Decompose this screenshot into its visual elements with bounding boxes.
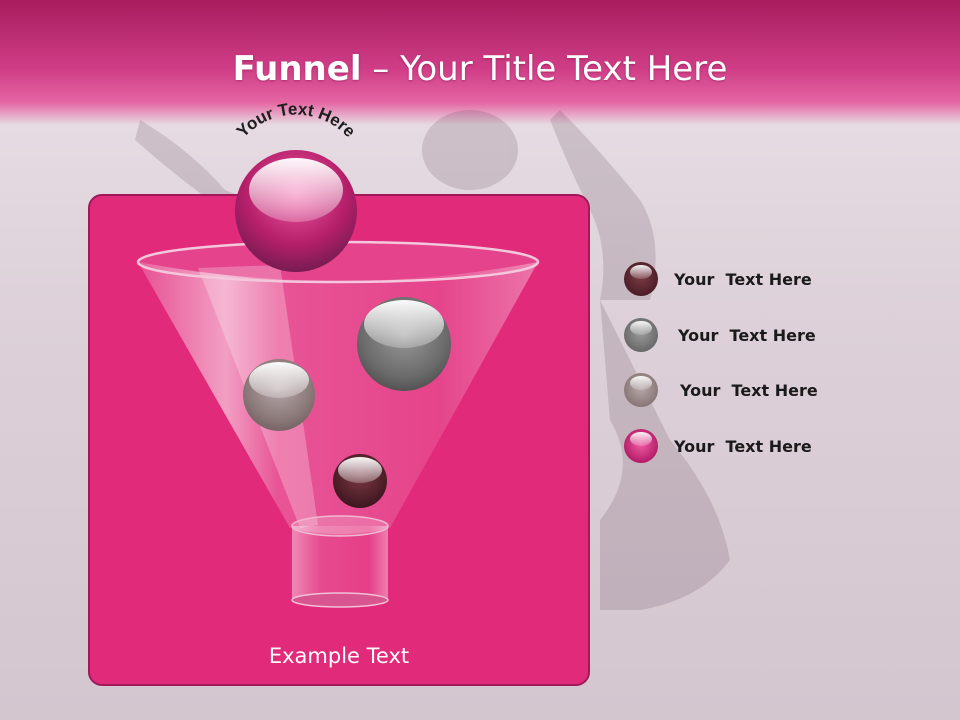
example-text: Example Text bbox=[268, 644, 410, 668]
legend-ball-icon bbox=[624, 373, 658, 407]
top-ball-label: Your Text Here bbox=[233, 99, 359, 141]
legend-item-2: Your Text Here bbox=[624, 315, 816, 355]
legend-label: Your Text Here bbox=[674, 269, 812, 289]
spout-bottom bbox=[291, 592, 389, 608]
legend-item-1: Your Text Here bbox=[624, 259, 812, 299]
legend-item-4: Your Text Here bbox=[624, 426, 812, 466]
legend-label: Your Text Here bbox=[678, 325, 816, 345]
legend-ball-icon bbox=[624, 429, 658, 463]
top-ball-label-path: Your Text Here bbox=[233, 99, 359, 141]
ball-pink-top bbox=[235, 150, 357, 272]
funnel-spout bbox=[292, 526, 388, 600]
funnel-diagram: Your Text Here bbox=[136, 99, 540, 608]
spout-top bbox=[291, 515, 389, 537]
ball-grey-large bbox=[357, 297, 451, 391]
legend-ball-icon bbox=[624, 318, 658, 352]
ball-grey-medium bbox=[243, 359, 315, 431]
legend-label: Your Text Here bbox=[680, 380, 818, 400]
legend-item-3: Your Text Here bbox=[624, 370, 818, 410]
legend-label: Your Text Here bbox=[674, 436, 812, 456]
legend-ball-icon bbox=[624, 262, 658, 296]
ball-dark-small bbox=[333, 454, 387, 508]
